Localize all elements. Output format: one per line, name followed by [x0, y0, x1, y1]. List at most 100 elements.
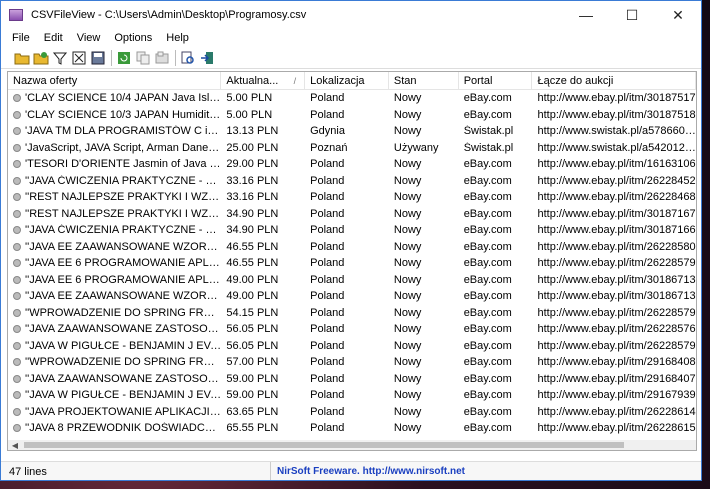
table-row[interactable]: ''WPROWADZENIE DO SPRING FRAME... 54.15 P…: [8, 305, 696, 322]
column-header-lacze[interactable]: Łącze do aukcji: [532, 72, 696, 90]
column-header-portal[interactable]: Portal: [459, 72, 533, 90]
title-bar[interactable]: CSVFileView - C:\Users\Admin\Desktop\Pro…: [1, 1, 701, 29]
table-cell: eBay.com: [459, 290, 533, 302]
menu-edit[interactable]: Edit: [37, 32, 70, 44]
row-bullet-icon: [13, 259, 21, 268]
table-cell: Nowy: [389, 389, 459, 401]
cell-text: eBay.com: [463, 290, 512, 303]
table-row[interactable]: ''JAVA 8 PRZEWODNIK DOŚWIADCZON... 65.55 …: [8, 420, 696, 437]
open-folder-icon[interactable]: [13, 49, 30, 66]
table-row[interactable]: ''JAVA W PIGUŁCE - BENJAMIN J EVANS... 59…: [8, 387, 696, 404]
cell-text: Używany: [393, 141, 439, 154]
scroll-left-icon[interactable]: ◀: [8, 441, 22, 450]
table-row[interactable]: 'TESORI D'ORIENTE Jasmin of Java EdT ...…: [8, 156, 696, 173]
menu-view[interactable]: View: [70, 32, 108, 44]
nirsoft-link[interactable]: NirSoft Freeware. http://www.nirsoft.net: [271, 466, 701, 477]
table-cell: 13.13 PLN: [221, 125, 305, 137]
copy-icon[interactable]: [134, 49, 151, 66]
table-cell: Nowy: [389, 290, 459, 302]
table-row[interactable]: ''JAVA EE ZAAWANSOWANE WZORCE P... 49.00 …: [8, 288, 696, 305]
table-row[interactable]: 'JAVA TM DLA PROGRAMISTÓW C i C+... 13.13…: [8, 123, 696, 140]
menu-help[interactable]: Help: [159, 32, 196, 44]
column-header-lokalizacja[interactable]: Lokalizacja: [305, 72, 389, 90]
table-cell: eBay.com: [459, 109, 533, 121]
table-cell: 5.00 PLN: [221, 92, 305, 104]
table-cell: 56.05 PLN: [221, 323, 305, 335]
cell-text: http://www.ebay.pl/itm/26228579: [537, 306, 696, 319]
properties-icon[interactable]: [153, 49, 170, 66]
table-row[interactable]: ''REST NAJLEPSZE PRAKTYKI I WZORCE ... 33…: [8, 189, 696, 206]
refresh-icon[interactable]: [115, 49, 132, 66]
minimize-button[interactable]: —: [563, 1, 609, 29]
data-table[interactable]: Nazwa oferty Aktualna... / Lokalizacja St…: [7, 71, 697, 451]
cell-text: http://www.ebay.pl/itm/16163106: [537, 158, 696, 171]
cell-text: 'CLAY SCIENCE 10/3 JAPAN Humidity K...: [25, 108, 222, 121]
close-button[interactable]: ✕: [655, 1, 701, 29]
table-cell: Nowy: [389, 422, 459, 434]
table-row[interactable]: ''JAVA EE ZAAWANSOWANE WZORCE P... 46.55 …: [8, 239, 696, 256]
table-row[interactable]: ''JAVA ĆWICZENIA PRAKTYCZNE - MAR... 33.1…: [8, 173, 696, 190]
horizontal-scrollbar[interactable]: ◀: [8, 440, 696, 450]
table-cell: Poland: [305, 158, 389, 170]
table-cell: eBay.com: [459, 323, 533, 335]
table-row[interactable]: ''REST NAJLEPSZE PRAKTYKI I WZORCE ... 34…: [8, 206, 696, 223]
table-row[interactable]: 'CLAY SCIENCE 10/3 JAPAN Humidity K... 5.…: [8, 107, 696, 124]
cell-text: Nowy: [393, 422, 422, 435]
cell-text: Nowy: [393, 339, 422, 352]
cell-text: eBay.com: [463, 240, 512, 253]
table-row[interactable]: ''JAVA PROJEKTOWANIE APLIKACJI WW... 63.6…: [8, 404, 696, 421]
cell-text: Poland: [310, 323, 345, 336]
table-cell: Poland: [305, 323, 389, 335]
table-cell: Nowy: [389, 224, 459, 236]
table-row[interactable]: ''JAVA EE 6 PROGRAMOWANIE APLIKAC... 49.0…: [8, 272, 696, 289]
table-cell: http://www.ebay.pl/itm/29168407: [532, 373, 696, 385]
cell-text: ''JAVA EE 6 PROGRAMOWANIE APLIKAC...: [25, 257, 221, 270]
maximize-button[interactable]: ☐: [609, 1, 655, 29]
cell-text: 49.00 PLN: [226, 290, 279, 303]
row-bullet-icon: [13, 391, 21, 400]
scrollbar-thumb[interactable]: [24, 442, 624, 448]
table-row[interactable]: ''WPROWADZENIE DO SPRING FRAME... 57.00 P…: [8, 354, 696, 371]
row-bullet-icon: [13, 209, 21, 218]
table-cell: http://www.ebay.pl/itm/30187518: [532, 109, 696, 121]
cell-text: http://www.ebay.pl/itm/26228615: [537, 422, 696, 435]
cell-text: ''JAVA EE 6 PROGRAMOWANIE APLIKAC...: [25, 273, 221, 286]
table-cell: http://www.ebay.pl/itm/26228579: [532, 307, 696, 319]
table-cell: eBay.com: [459, 406, 533, 418]
table-cell: eBay.com: [459, 307, 533, 319]
table-cell: http://www.ebay.pl/itm/29168408: [532, 356, 696, 368]
table-cell: 'CLAY SCIENCE 10/4 JAPAN Java Island ...: [8, 92, 221, 104]
table-cell: 25.00 PLN: [221, 142, 305, 154]
cell-text: eBay.com: [463, 224, 512, 237]
cell-text: 33.16 PLN: [226, 174, 279, 187]
table-row[interactable]: ''JAVA EE 6 PROGRAMOWANIE APLIKAC... 46.5…: [8, 255, 696, 272]
cell-text: ''JAVA PROJEKTOWANIE APLIKACJI WW...: [25, 405, 222, 418]
cell-text: Nowy: [393, 191, 422, 204]
table-row[interactable]: ''JAVA ĆWICZENIA PRAKTYCZNE - MAR... 34.9…: [8, 222, 696, 239]
cell-text: ''JAVA ZAAWANSOWANE ZASTOSOWA...: [25, 372, 222, 385]
table-row[interactable]: 'JavaScript, JAVA Script, Arman Danesh, …: [8, 140, 696, 157]
menu-options[interactable]: Options: [107, 32, 159, 44]
cell-text: http://www.ebay.pl/itm/30187166: [537, 224, 696, 237]
find-icon[interactable]: [179, 49, 196, 66]
exit-icon[interactable]: [198, 49, 215, 66]
table-cell: eBay.com: [459, 158, 533, 170]
table-row[interactable]: 'CLAY SCIENCE 10/4 JAPAN Java Island ...…: [8, 90, 696, 107]
table-cell: Poland: [305, 422, 389, 434]
table-cell: 'JavaScript, JAVA Script, Arman Danesh, …: [8, 142, 221, 154]
table-row[interactable]: ''JAVA W PIGUŁCE - BENJAMIN J EVANS... 56…: [8, 338, 696, 355]
menu-file[interactable]: File: [5, 32, 37, 44]
column-header-aktualna[interactable]: Aktualna... /: [221, 72, 306, 90]
disk-icon[interactable]: [89, 49, 106, 66]
filter-icon[interactable]: [51, 49, 68, 66]
table-row[interactable]: ''JAVA ZAAWANSOWANE ZASTOSOWA... 56.05 PL…: [8, 321, 696, 338]
column-header-nazwa-oferty[interactable]: Nazwa oferty: [8, 72, 222, 90]
column-header-stan[interactable]: Stan: [389, 72, 459, 90]
save-icon[interactable]: [70, 49, 87, 66]
open-reload-icon[interactable]: [32, 49, 49, 66]
cell-text: ''WPROWADZENIE DO SPRING FRAME...: [25, 306, 222, 319]
table-row[interactable]: ''JAVA ZAAWANSOWANE ZASTOSOWA... 59.00 PL…: [8, 371, 696, 388]
cell-text: 'TESORI D'ORIENTE Jasmin of Java EdT ...: [25, 158, 222, 171]
table-cell: Poland: [305, 389, 389, 401]
table-cell: 33.16 PLN: [221, 175, 305, 187]
